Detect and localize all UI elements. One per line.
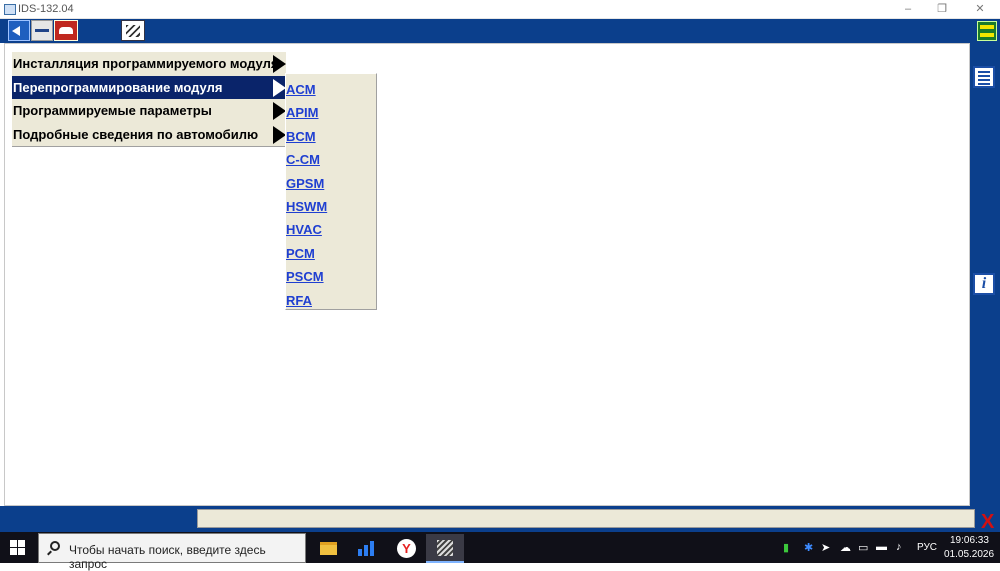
minimize-button[interactable]: – — [898, 2, 918, 17]
status-bar: X — [0, 506, 1000, 532]
chart-app-icon[interactable] — [348, 534, 386, 563]
window-title: IDS-132.04 — [18, 3, 74, 15]
menu-item-label: Программируемые параметры — [13, 103, 212, 118]
close-app-button[interactable]: X — [981, 512, 994, 532]
bar-icon — [364, 545, 368, 556]
menu-item-label: Перепрограммирование модуля — [13, 79, 223, 95]
main-menu: Инсталляция программируемого модуля Пере… — [12, 52, 286, 147]
module-link-hvac[interactable]: HVAC — [286, 222, 322, 237]
volume-icon[interactable]: ♪ — [896, 541, 902, 553]
close-window-button[interactable]: ✕ — [970, 2, 990, 17]
menu-item-vehicle-details[interactable]: Подробные сведения по автомобилю — [12, 123, 286, 147]
document-icon[interactable] — [121, 20, 145, 41]
windows-logo-icon — [10, 548, 17, 555]
battery-icon[interactable]: ▬ — [876, 541, 887, 553]
folder-icon — [320, 542, 337, 555]
bar-icon — [358, 549, 362, 556]
bar-icon — [370, 541, 374, 556]
windows-logo-icon — [10, 540, 17, 547]
module-link-bcm[interactable]: BCM — [286, 129, 316, 144]
module-link-hswm[interactable]: HSWM — [286, 199, 327, 214]
bluetooth-icon[interactable]: ✱ — [804, 541, 813, 554]
windows-logo-icon — [18, 540, 25, 547]
file-explorer-icon[interactable] — [309, 534, 347, 563]
module-submenu: ACM APIM BCM C-CM GPSM HSWM HVAC PCM PSC… — [285, 73, 377, 310]
language-indicator[interactable]: РУС — [917, 542, 937, 553]
module-link-rfa[interactable]: RFA — [286, 293, 312, 308]
back-icon[interactable] — [8, 20, 30, 41]
taskbar: Чтобы начать поиск, введите здесь запрос… — [0, 532, 1000, 571]
status-field — [197, 509, 975, 528]
menu-item-label: Подробные сведения по автомобилю — [13, 126, 259, 142]
swap-icon[interactable] — [977, 21, 997, 41]
menu-item-reprogram-module[interactable]: Перепрограммирование модуля — [12, 75, 286, 99]
start-button[interactable] — [10, 540, 26, 556]
telegram-icon[interactable]: ➤ — [821, 541, 830, 554]
clock-time[interactable]: 19:06:33 — [950, 535, 989, 546]
ids-app-icon[interactable] — [426, 534, 464, 563]
menu-item-label: Инсталляция программируемого модуля — [13, 56, 279, 71]
list-line-icon — [978, 79, 990, 81]
yandex-logo-icon: Y — [397, 539, 416, 558]
right-sidebar: i — [970, 43, 1000, 506]
module-link-pcm[interactable]: PCM — [286, 246, 315, 261]
list-icon[interactable] — [973, 66, 995, 88]
list-line-icon — [978, 75, 990, 77]
windows-logo-icon — [18, 548, 25, 555]
display-icon[interactable]: ▭ — [858, 541, 868, 554]
tool-icon[interactable] — [31, 20, 53, 41]
list-line-icon — [978, 71, 990, 73]
search-icon — [50, 541, 60, 551]
module-link-gpsm[interactable]: GPSM — [286, 176, 324, 191]
window-title-bar: IDS-132.04 – ❐ ✕ — [0, 0, 1000, 19]
ids-logo-icon — [437, 540, 453, 556]
module-link-acm[interactable]: ACM — [286, 82, 316, 97]
list-line-icon — [978, 83, 990, 85]
yandex-browser-icon[interactable]: Y — [387, 534, 425, 563]
toolbar — [0, 19, 1000, 43]
submenu-arrow-icon — [273, 55, 286, 73]
restore-button[interactable]: ❐ — [932, 2, 952, 17]
module-link-apim[interactable]: APIM — [286, 105, 319, 120]
menu-item-programmable-parameters[interactable]: Программируемые параметры — [12, 99, 286, 123]
search-placeholder: Чтобы начать поиск, введите здесь запрос — [69, 543, 266, 571]
clock-date[interactable]: 01.05.2026 — [944, 549, 994, 560]
signal-icon[interactable]: ▮ — [783, 541, 789, 554]
module-link-c-cm[interactable]: C-CM — [286, 152, 320, 167]
taskbar-search-input[interactable]: Чтобы начать поиск, введите здесь запрос — [38, 533, 306, 571]
module-link-pscm[interactable]: PSCM — [286, 269, 324, 284]
cloud-icon[interactable]: ☁ — [840, 541, 851, 554]
info-button[interactable]: i — [973, 273, 995, 295]
car-icon[interactable] — [54, 20, 78, 41]
menu-item-install-module[interactable]: Инсталляция программируемого модуля — [12, 52, 286, 76]
app-icon — [4, 4, 16, 15]
